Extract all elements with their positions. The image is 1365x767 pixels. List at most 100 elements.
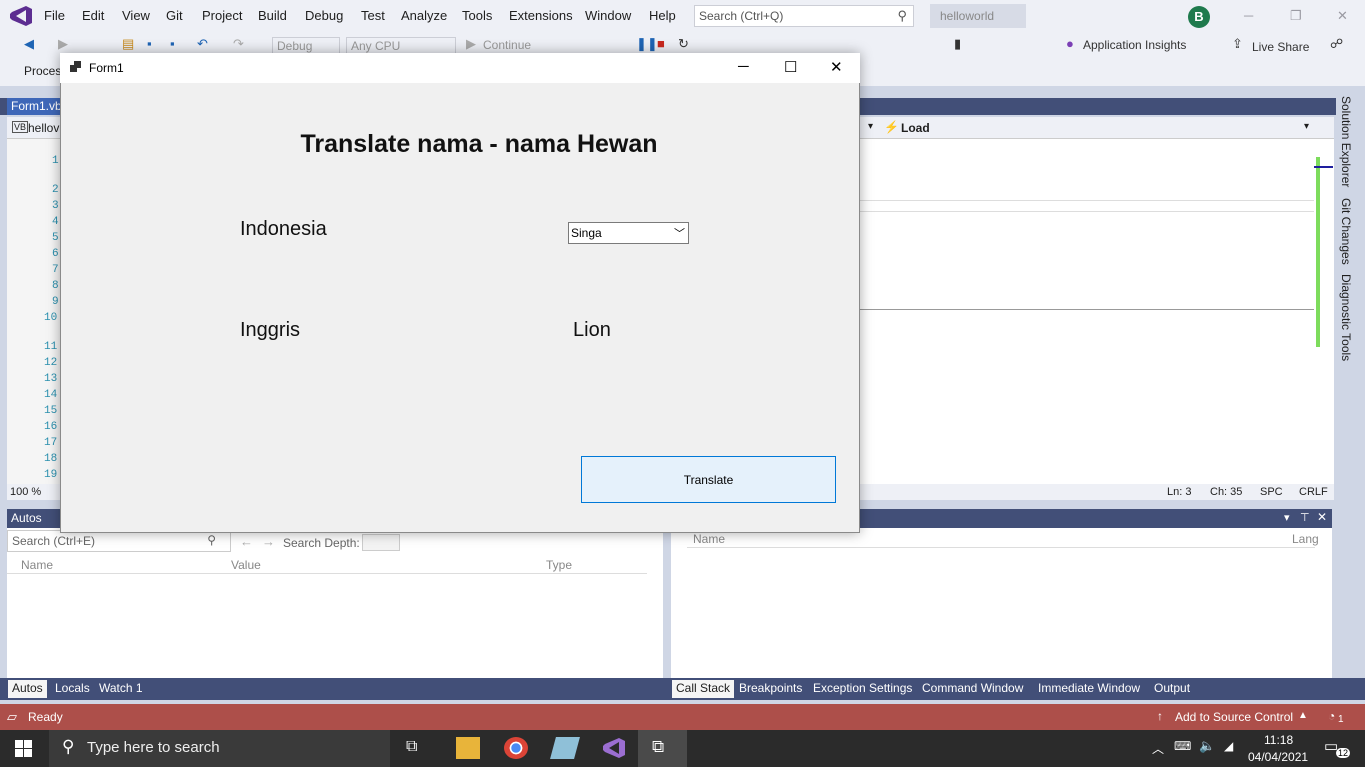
menu-build[interactable]: Build [258, 8, 287, 23]
save-all-icon[interactable]: ▪ [170, 36, 175, 51]
open-icon[interactable]: ▤ [122, 36, 134, 52]
visual-studio-taskbar-icon[interactable] [601, 736, 627, 760]
line-number: 2 [52, 184, 59, 196]
menu-analyze[interactable]: Analyze [401, 8, 447, 23]
whitespace-indicator[interactable]: SPC [1260, 486, 1283, 498]
redo-icon[interactable]: ↷ [233, 36, 244, 52]
menu-project[interactable]: Project [202, 8, 242, 23]
menu-tools[interactable]: Tools [462, 8, 492, 23]
project-combo[interactable]: hellov [28, 121, 59, 135]
arrow-left-icon[interactable]: ← [240, 534, 253, 549]
tab-locals[interactable]: Locals [51, 680, 94, 698]
tab-output[interactable]: Output [1150, 680, 1194, 698]
bookmark-icon[interactable]: ▮ [954, 36, 961, 52]
column-name[interactable]: Name [693, 532, 725, 546]
task-view-icon[interactable]: ⧉ [406, 738, 417, 756]
add-to-source-control-button[interactable]: Add to Source Control [1175, 710, 1293, 724]
tab-exception-settings[interactable]: Exception Settings [809, 680, 916, 698]
tab-call-stack[interactable]: Call Stack [672, 680, 735, 698]
line-number: 4 [52, 216, 59, 228]
animal-combobox[interactable]: Singa ﹀ [568, 222, 689, 244]
windows-start-icon[interactable] [15, 740, 32, 757]
close-panel-icon[interactable]: ✕ [1317, 510, 1327, 524]
tab-immediate-window[interactable]: Immediate Window [1034, 680, 1144, 698]
chevron-up-icon[interactable]: ▲ [1298, 710, 1308, 721]
volume-icon[interactable]: 🔈 [1199, 738, 1215, 754]
column-language[interactable]: Lang [1292, 532, 1319, 546]
clock-date[interactable]: 04/04/2021 [1248, 750, 1308, 764]
undo-icon[interactable]: ↶ [197, 36, 208, 52]
form-heading: Translate nama - nama Hewan [300, 130, 658, 158]
combobox-value: Singa [571, 226, 602, 240]
continue-icon[interactable]: ▶ [466, 36, 476, 52]
taskbar-search-placeholder: Type here to search [87, 739, 220, 756]
autos-search-input[interactable]: Search (Ctrl+E) ⚲ [7, 530, 231, 552]
menu-help[interactable]: Help [649, 8, 676, 23]
clock-time[interactable]: 11:18 [1264, 733, 1293, 747]
avatar[interactable]: B [1188, 6, 1210, 28]
menu-test[interactable]: Test [361, 8, 385, 23]
form1-title-bar[interactable]: Form1 ─ ☐ ✕ [60, 53, 860, 83]
restore-icon[interactable]: ❐ [1290, 8, 1302, 24]
menu-debug[interactable]: Debug [305, 8, 343, 23]
tab-command-window[interactable]: Command Window [918, 680, 1027, 698]
tab-autos[interactable]: Autos [8, 680, 47, 698]
bell-icon[interactable]: ◔ [1328, 709, 1335, 723]
column-type[interactable]: Type [546, 558, 572, 572]
pin-icon[interactable]: ⊤ [1300, 511, 1310, 524]
line-ending-indicator[interactable]: CRLF [1299, 486, 1328, 498]
restart-icon[interactable]: ↻ [678, 36, 689, 52]
close-icon[interactable]: ✕ [1337, 8, 1348, 24]
line-number: 5 [52, 232, 59, 244]
method-dropdown-icon[interactable]: ▾ [1304, 121, 1309, 132]
scroll-marker [1314, 166, 1333, 168]
stop-icon[interactable]: ■ [657, 36, 665, 51]
menu-edit[interactable]: Edit [82, 8, 104, 23]
menu-file[interactable]: File [44, 8, 65, 23]
zoom-level[interactable]: 100 % [10, 486, 41, 498]
feedback-icon[interactable]: ☍ [1330, 36, 1343, 52]
tab-breakpoints[interactable]: Breakpoints [735, 680, 806, 698]
method-combo[interactable]: Load [901, 121, 930, 135]
network-icon[interactable]: ◢ [1224, 739, 1233, 753]
arrow-right-icon[interactable]: → [262, 534, 275, 549]
maximize-icon[interactable]: ☐ [784, 58, 797, 76]
minimize-icon[interactable]: ─ [738, 58, 749, 75]
search-icon: ⚲ [207, 533, 216, 547]
dropdown-icon[interactable]: ▾ [1284, 511, 1290, 524]
chevron-up-icon[interactable]: ︿ [1152, 740, 1164, 757]
menu-extensions[interactable]: Extensions [509, 8, 573, 23]
search-depth-combo[interactable] [362, 534, 400, 551]
line-number: 8 [52, 280, 59, 292]
application-insights-button[interactable]: Application Insights [1083, 38, 1186, 52]
menu-view[interactable]: View [122, 8, 150, 23]
file-explorer-icon[interactable] [456, 737, 480, 759]
label-inggris: Inggris [240, 319, 301, 341]
menu-git[interactable]: Git [166, 8, 183, 23]
pause-icon[interactable]: ❚❚ [636, 36, 658, 52]
vs-search-box[interactable]: Search (Ctrl+Q) ⚲ [694, 5, 914, 27]
column-value[interactable]: Value [231, 558, 261, 572]
taskbar-search-box[interactable]: Type here to search [49, 730, 390, 767]
live-share-button[interactable]: Live Share [1252, 40, 1309, 54]
save-icon[interactable]: ▪ [147, 36, 152, 51]
chevron-down-icon[interactable]: ﹀ [674, 225, 685, 241]
side-tab-git-changes[interactable]: Git Changes [1339, 198, 1353, 265]
line-number: 1 [52, 155, 59, 167]
continue-button[interactable]: Continue [483, 38, 531, 52]
chrome-icon[interactable] [504, 737, 528, 759]
column-name[interactable]: Name [21, 558, 53, 572]
input-language-icon[interactable]: ⌨ [1174, 739, 1191, 753]
tab-form1-vb[interactable]: Form1.vb [7, 98, 65, 115]
forward-icon[interactable]: ▶ [58, 36, 68, 52]
close-icon[interactable]: ✕ [830, 58, 843, 76]
notification-badge: 12 [1336, 748, 1351, 758]
minimize-icon[interactable]: ─ [1244, 8, 1253, 23]
back-icon[interactable]: ◀ [24, 36, 34, 52]
side-tab-solution-explorer[interactable]: Solution Explorer [1339, 96, 1353, 187]
tab-watch-1[interactable]: Watch 1 [95, 680, 147, 698]
visual-studio-logo-icon[interactable] [8, 5, 34, 27]
menu-window[interactable]: Window [585, 8, 631, 23]
side-tab-diagnostic-tools[interactable]: Diagnostic Tools [1339, 274, 1353, 361]
translate-button[interactable]: Translate [581, 456, 836, 503]
